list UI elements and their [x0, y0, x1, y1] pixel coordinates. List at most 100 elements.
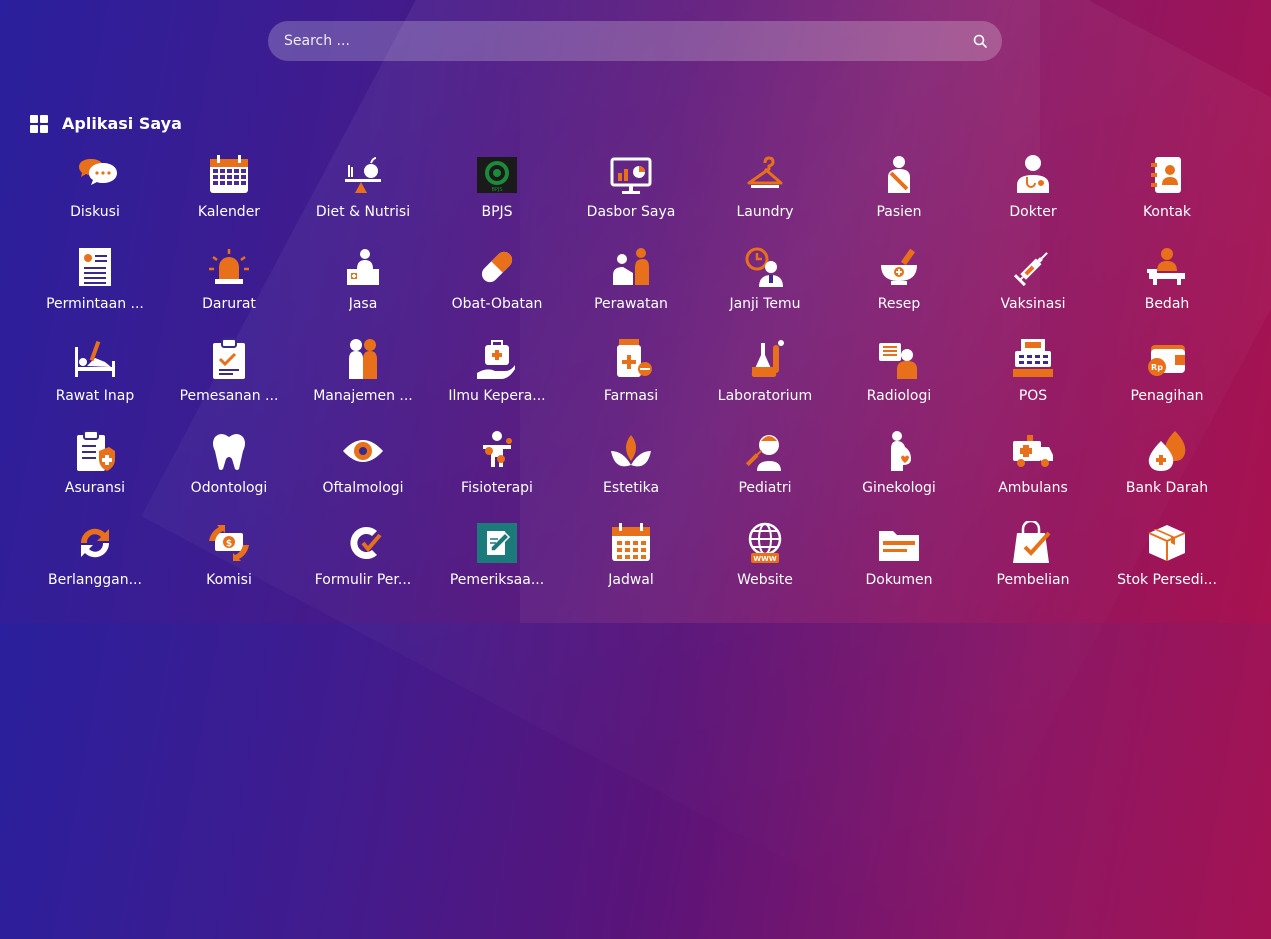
xray-icon	[876, 336, 922, 382]
app-tile-ginekologi[interactable]: Ginekologi	[832, 428, 966, 520]
app-tile-darurat[interactable]: Darurat	[162, 244, 296, 336]
app-label: Kontak	[1142, 204, 1192, 220]
app-tile-jasa[interactable]: Jasa	[296, 244, 430, 336]
app-label: Dokter	[1009, 204, 1057, 220]
capsule-icon	[474, 244, 520, 290]
insurance-clipboard-icon	[72, 428, 118, 474]
app-label: Pembelian	[996, 572, 1070, 588]
app-tile-farmasi[interactable]: Farmasi	[564, 336, 698, 428]
section-title: Aplikasi Saya	[62, 114, 182, 133]
app-tile-permintaan[interactable]: Permintaan ...	[28, 244, 162, 336]
commission-icon: $	[206, 520, 252, 566]
app-tile-pasien[interactable]: Pasien	[832, 152, 966, 244]
app-tile-dasbor-saya[interactable]: Dasbor Saya	[564, 152, 698, 244]
ambulance-icon	[1010, 428, 1056, 474]
app-label: Resep	[877, 296, 921, 312]
app-label: Pemeriksaa...	[449, 572, 545, 588]
app-tile-manajemen[interactable]: Manajemen ...	[296, 336, 430, 428]
app-label: Jadwal	[608, 572, 654, 588]
search-input[interactable]	[282, 32, 972, 50]
app-tile-pediatri[interactable]: Pediatri	[698, 428, 832, 520]
app-label: Ilmu Kepera...	[448, 388, 546, 404]
app-tile-rawat-inap[interactable]: Rawat Inap	[28, 336, 162, 428]
app-tile-formulir-per[interactable]: Formulir Per...	[296, 520, 430, 612]
app-tile-janji-temu[interactable]: Janji Temu	[698, 244, 832, 336]
app-label: Kalender	[197, 204, 261, 220]
app-tile-dokumen[interactable]: Dokumen	[832, 520, 966, 612]
app-tile-kalender[interactable]: Kalender	[162, 152, 296, 244]
app-label: Janji Temu	[729, 296, 801, 312]
app-tile-radiologi[interactable]: Radiologi	[832, 336, 966, 428]
app-tile-jadwal[interactable]: Jadwal	[564, 520, 698, 612]
app-label: Obat-Obatan	[451, 296, 543, 312]
app-tile-dokter[interactable]: Dokter	[966, 152, 1100, 244]
hanger-icon	[742, 152, 788, 198]
app-tile-oftalmologi[interactable]: Oftalmologi	[296, 428, 430, 520]
service-desk-icon	[340, 244, 386, 290]
app-label: Bank Darah	[1125, 480, 1209, 496]
app-tile-stok-persedi[interactable]: Stok Persedi...	[1100, 520, 1234, 612]
grid-icon	[30, 114, 48, 133]
search-icon[interactable]	[972, 33, 988, 49]
app-tile-pemeriksaa[interactable]: Pemeriksaa...	[430, 520, 564, 612]
subscription-arrows-icon	[72, 520, 118, 566]
box-icon	[1144, 520, 1190, 566]
section-header: Aplikasi Saya	[30, 114, 182, 133]
app-tile-bpjs[interactable]: BPJS BPJS	[430, 152, 564, 244]
app-label: Estetika	[602, 480, 660, 496]
physio-icon	[474, 428, 520, 474]
app-tile-diskusi[interactable]: Diskusi	[28, 152, 162, 244]
app-label: Ambulans	[998, 480, 1068, 496]
lotus-icon	[608, 428, 654, 474]
app-tile-berlanggan[interactable]: Berlanggan...	[28, 520, 162, 612]
form-c-icon	[340, 520, 386, 566]
app-tile-pembelian[interactable]: Pembelian	[966, 520, 1100, 612]
app-label: POS	[1018, 388, 1048, 404]
app-tile-odontologi[interactable]: Odontologi	[162, 428, 296, 520]
app-tile-laboratorium[interactable]: Laboratorium	[698, 336, 832, 428]
syringe-icon	[1010, 244, 1056, 290]
bpjs-logo-icon: BPJS	[474, 152, 520, 198]
cash-register-icon	[1010, 336, 1056, 382]
app-tile-obat-obatan[interactable]: Obat-Obatan	[430, 244, 564, 336]
app-tile-penagihan[interactable]: Rp Penagihan	[1100, 336, 1234, 428]
app-tile-asuransi[interactable]: Asuransi	[28, 428, 162, 520]
blood-drop-icon	[1144, 428, 1190, 474]
app-label: Oftalmologi	[322, 480, 404, 496]
app-tile-resep[interactable]: Resep	[832, 244, 966, 336]
doctor-icon	[1010, 152, 1056, 198]
hospital-bed-icon	[72, 336, 118, 382]
app-tile-komisi[interactable]: $ Komisi	[162, 520, 296, 612]
app-label: Ginekologi	[862, 480, 936, 496]
app-label: Dasbor Saya	[586, 204, 676, 220]
clipboard-check-icon	[206, 336, 252, 382]
app-tile-pos[interactable]: POS	[966, 336, 1100, 428]
app-tile-bank-darah[interactable]: Bank Darah	[1100, 428, 1234, 520]
chat-bubbles-icon	[72, 152, 118, 198]
shopping-bag-icon	[1010, 520, 1056, 566]
app-label: Diskusi	[70, 204, 120, 220]
app-label: Laboratorium	[717, 388, 813, 404]
search-bar[interactable]	[268, 21, 1002, 61]
app-label: BPJS	[481, 204, 513, 220]
dashboard-icon	[608, 152, 654, 198]
app-tile-ambulans[interactable]: Ambulans	[966, 428, 1100, 520]
pregnant-icon	[876, 428, 922, 474]
app-tile-kontak[interactable]: Kontak	[1100, 152, 1234, 244]
app-tile-diet-nutrisi[interactable]: Diet & Nutrisi	[296, 152, 430, 244]
app-tile-website[interactable]: WWW Website	[698, 520, 832, 612]
app-tile-estetika[interactable]: Estetika	[564, 428, 698, 520]
app-tile-vaksinasi[interactable]: Vaksinasi	[966, 244, 1100, 336]
app-tile-perawatan[interactable]: Perawatan	[564, 244, 698, 336]
app-tile-laundry[interactable]: Laundry	[698, 152, 832, 244]
app-tile-bedah[interactable]: Bedah	[1100, 244, 1234, 336]
svg-text:WWW: WWW	[753, 555, 776, 563]
app-tile-fisioterapi[interactable]: Fisioterapi	[430, 428, 564, 520]
app-label: Jasa	[348, 296, 378, 312]
baby-syringe-icon	[742, 428, 788, 474]
app-label: Rawat Inap	[55, 388, 135, 404]
globe-www-icon: WWW	[742, 520, 788, 566]
app-tile-pemesanan[interactable]: Pemesanan ...	[162, 336, 296, 428]
app-label: Radiologi	[866, 388, 932, 404]
app-tile-ilmu-kepera[interactable]: Ilmu Kepera...	[430, 336, 564, 428]
